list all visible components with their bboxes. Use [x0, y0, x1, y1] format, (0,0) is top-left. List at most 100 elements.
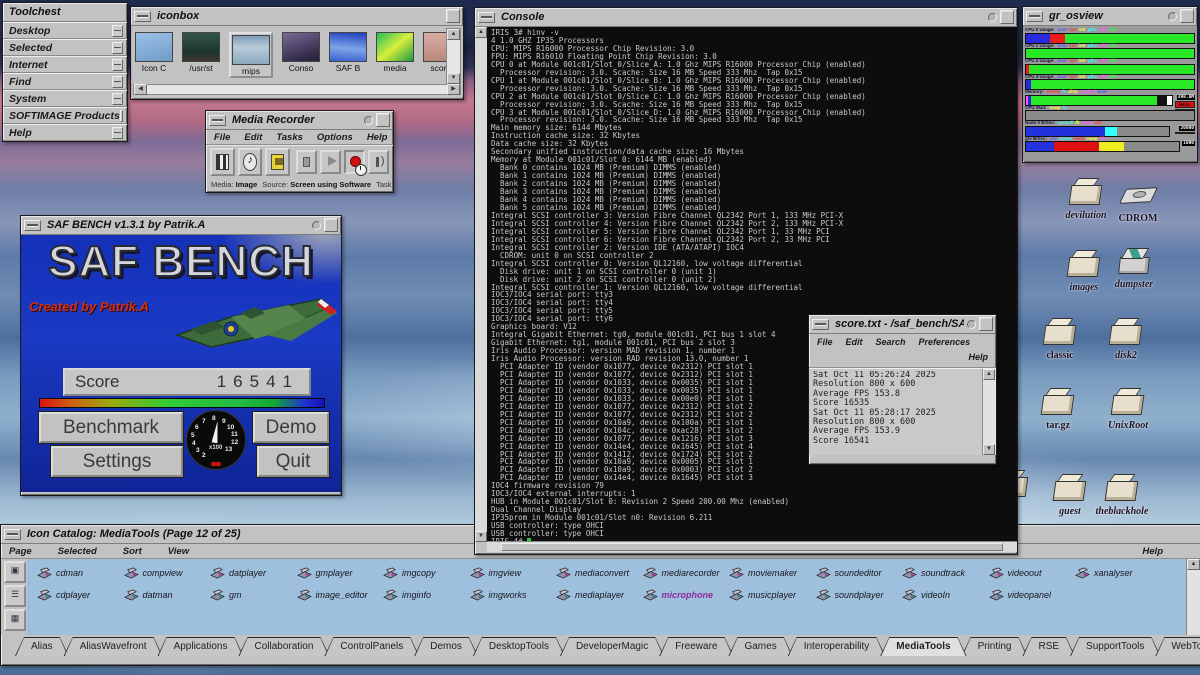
menu-item[interactable]: Options	[317, 132, 353, 143]
scroll-down-icon[interactable]: ▼	[983, 444, 995, 455]
grid-view-button[interactable]: ▦	[4, 609, 26, 631]
window-menu-icon[interactable]	[1168, 12, 1177, 21]
catalog-app-icon[interactable]: soundplayer	[816, 584, 903, 606]
desktop-icon[interactable]: theblackhole	[1094, 474, 1150, 519]
menu-item[interactable]: File	[214, 132, 230, 143]
scroll-down-icon[interactable]: ▼	[447, 73, 460, 84]
catalog-tab[interactable]: RSE	[1022, 637, 1075, 656]
catalog-app-icon[interactable]: videoIn	[902, 584, 989, 606]
media-image-button[interactable]	[265, 148, 290, 176]
catalog-vscrollbar[interactable]: ▲	[1186, 559, 1200, 635]
catalog-app-icon[interactable]: imginfo	[383, 584, 470, 606]
menu-item[interactable]: Search	[876, 337, 906, 347]
iconbox-titlebar[interactable]: iconbox	[131, 7, 463, 26]
iconbox-icon[interactable]: Icon C	[135, 32, 173, 73]
minimize-icon[interactable]	[134, 11, 151, 22]
menu-item[interactable]: Preferences	[919, 337, 971, 347]
score-editor-text-area[interactable]: Sat Oct 11 05:26:24 2025Resolution 800 x…	[809, 368, 996, 455]
menu-item[interactable]: View	[168, 546, 189, 557]
console-hscrollbar[interactable]	[487, 541, 1017, 552]
desktop-icon[interactable]: guest	[1042, 474, 1098, 519]
scroll-up-icon[interactable]: ▲	[447, 29, 460, 40]
desktop-icon[interactable]: tar.gz	[1030, 388, 1086, 433]
catalog-app-icon[interactable]: imgview	[470, 562, 557, 584]
minimize-icon[interactable]	[209, 115, 226, 126]
iconbox-icon[interactable]: Conso	[282, 32, 320, 73]
menu-item[interactable]: Tasks	[276, 132, 303, 143]
catalog-app-icon[interactable]: compview	[124, 562, 211, 584]
catalog-tab[interactable]: DesktopTools	[473, 637, 565, 656]
catalog-app-icon[interactable]: imgworks	[470, 584, 557, 606]
maximize-icon[interactable]	[446, 9, 460, 23]
catalog-tab[interactable]: Interoperability	[788, 637, 886, 656]
catalog-tab[interactable]: ControlPanels	[324, 637, 419, 656]
menu-item[interactable]: Help	[367, 132, 388, 143]
list-view-button[interactable]: ☰	[4, 585, 26, 607]
record-button[interactable]	[344, 150, 365, 174]
maximize-icon[interactable]	[376, 113, 390, 127]
console-titlebar[interactable]: Console	[475, 8, 1017, 27]
play-button[interactable]	[320, 150, 341, 174]
catalog-app-icon[interactable]: moviemaker	[729, 562, 816, 584]
scroll-up-icon[interactable]: ▲	[475, 27, 487, 38]
catalog-app-icon[interactable]: videopanel	[989, 584, 1076, 606]
window-menu-icon[interactable]	[312, 221, 321, 230]
catalog-app-icon[interactable]: microphone	[643, 584, 730, 606]
iconbox-vscrollbar[interactable]: ▲ ▼	[446, 28, 461, 85]
scroll-down-icon[interactable]: ▼	[475, 531, 487, 542]
page-view-button[interactable]: ▣	[4, 561, 26, 583]
media-recorder-titlebar[interactable]: Media Recorder	[206, 111, 393, 130]
scroll-up-icon[interactable]: ▲	[983, 369, 995, 380]
window-menu-icon[interactable]	[364, 116, 373, 125]
desktop-icon[interactable]: CDROM	[1110, 181, 1166, 226]
minimize-icon[interactable]	[1026, 11, 1043, 22]
menu-item[interactable]: File	[817, 337, 833, 347]
catalog-app-icon[interactable]: mediaconvert	[556, 562, 643, 584]
scroll-right-icon[interactable]: ▶	[447, 84, 460, 95]
iconbox-icon[interactable]: media	[376, 32, 414, 73]
iconbox-icon[interactable]: /usr/st	[182, 32, 220, 73]
scroll-up-icon[interactable]: ▲	[1187, 559, 1200, 570]
catalog-app-icon[interactable]: cdman	[37, 562, 124, 584]
stop-button[interactable]	[296, 150, 317, 174]
catalog-tab[interactable]: Freeware	[659, 637, 733, 656]
catalog-tab[interactable]: DeveloperMagic	[560, 637, 664, 656]
catalog-tab[interactable]: Printing	[962, 637, 1028, 656]
toolchest-titlebar[interactable]: Toolchest	[3, 3, 127, 22]
window-menu-icon[interactable]	[988, 13, 997, 22]
score-editor-vscrollbar[interactable]: ▲ ▼	[982, 369, 996, 455]
catalog-app-icon[interactable]: datman	[124, 584, 211, 606]
iconbox-hscrollbar[interactable]: ◀ ▶	[133, 84, 461, 95]
catalog-app-icon[interactable]: soundtrack	[902, 562, 989, 584]
catalog-tab[interactable]: MediaTools	[880, 637, 966, 656]
toolchest-menu-item[interactable]: Desktop	[3, 22, 127, 39]
demo-button[interactable]: Demo	[253, 412, 329, 443]
desktop-icon[interactable]: devilution	[1058, 178, 1114, 223]
catalog-app-icon[interactable]: xanalyser	[1075, 562, 1162, 584]
media-film-button[interactable]	[210, 148, 235, 176]
catalog-tab[interactable]: AliasWavefront	[64, 637, 163, 656]
benchmark-button[interactable]: Benchmark	[39, 412, 183, 443]
desktop-icon[interactable]: disk2	[1098, 318, 1154, 363]
toolchest-menu-item[interactable]: System	[3, 90, 127, 107]
toolchest-menu-item[interactable]: Selected	[3, 39, 127, 56]
desktop-icon[interactable]: classic	[1032, 318, 1088, 363]
catalog-app-icon[interactable]: image_editor	[297, 584, 384, 606]
menu-item-help[interactable]: Help	[968, 352, 988, 362]
score-editor-titlebar[interactable]: score.txt - /saf_bench/SAF_BE	[809, 315, 996, 334]
saf-bench-titlebar[interactable]: SAF BENCH v1.3.1 by Patrik.A	[21, 216, 341, 235]
catalog-app-icon[interactable]: cdplayer	[37, 584, 124, 606]
catalog-app-icon[interactable]: gm	[210, 584, 297, 606]
level-button[interactable]	[368, 150, 389, 174]
catalog-tab[interactable]: WebTools	[1155, 637, 1200, 656]
gr-osview-titlebar[interactable]: gr_osview	[1023, 7, 1197, 26]
menu-item[interactable]: Edit	[244, 132, 262, 143]
quit-button[interactable]: Quit	[257, 446, 329, 477]
catalog-tab[interactable]: Collaboration	[238, 637, 329, 656]
catalog-tab[interactable]: Applications	[158, 637, 244, 656]
toolchest-menu-item[interactable]: Find	[3, 73, 127, 90]
catalog-app-icon[interactable]: datplayer	[210, 562, 297, 584]
maximize-icon[interactable]	[979, 317, 993, 331]
catalog-app-icon[interactable]: imgcopy	[383, 562, 470, 584]
toolchest-menu-item[interactable]: Internet	[3, 56, 127, 73]
